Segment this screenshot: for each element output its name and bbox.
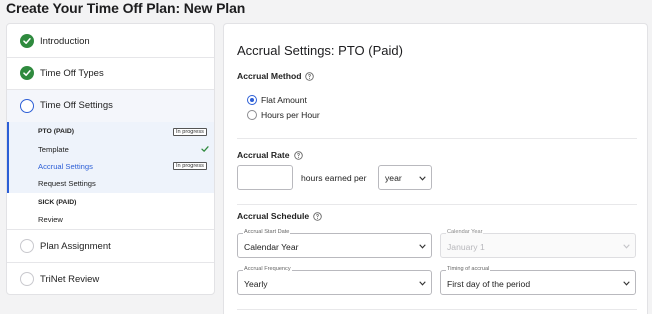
subnav-item-review[interactable]: Review xyxy=(38,215,63,224)
subnav-item-request-settings[interactable]: Request Settings xyxy=(38,179,96,188)
field-label: Calendar Year xyxy=(446,229,484,235)
accrual-schedule-label: Accrual Schedule xyxy=(237,211,310,221)
select-value: January 1 xyxy=(447,242,485,252)
divider xyxy=(237,138,637,139)
radio-flat-amount[interactable]: Flat Amount xyxy=(247,95,307,105)
select-value: Yearly xyxy=(244,279,268,289)
divider xyxy=(7,57,214,58)
section-heading: Accrual Settings: PTO (Paid) xyxy=(237,43,403,58)
divider xyxy=(7,262,214,263)
step-label: Introduction xyxy=(40,35,90,47)
chevron-down-icon xyxy=(419,281,426,286)
step-label: Plan Assignment xyxy=(40,240,111,252)
subnav-item-template[interactable]: Template xyxy=(38,145,69,154)
radio-unselected-icon xyxy=(247,110,257,120)
step-time-off-settings[interactable]: Time Off Settings xyxy=(7,90,214,122)
accrual-method-label: Accrual Method xyxy=(237,71,302,81)
radio-hours-per-hour[interactable]: Hours per Hour xyxy=(247,110,320,120)
subnav-item-accrual-settings[interactable]: Accrual Settings xyxy=(38,162,93,171)
accrual-start-date-select[interactable]: Accrual Start Date Calendar Year xyxy=(237,229,432,258)
accrual-schedule-heading: Accrual Schedule xyxy=(237,211,322,221)
step-time-off-types[interactable]: Time Off Types xyxy=(7,65,214,81)
check-icon xyxy=(201,146,209,152)
subnav-pto-heading: PTO (PAID) xyxy=(38,128,74,135)
divider xyxy=(237,204,637,205)
info-icon[interactable] xyxy=(305,71,315,81)
chevron-down-icon xyxy=(623,281,630,286)
radio-selected-icon xyxy=(247,95,257,105)
calendar-year-select: Calendar Year January 1 xyxy=(440,229,636,258)
accrual-rate-input[interactable] xyxy=(237,165,293,190)
step-trinet-review[interactable]: TriNet Review xyxy=(7,271,214,287)
current-step-icon xyxy=(20,99,34,113)
timing-of-accrual-select[interactable]: Timing of accrual First day of the perio… xyxy=(440,266,636,295)
rate-suffix-label: hours earned per xyxy=(301,173,367,183)
select-value: year xyxy=(385,173,402,183)
chevron-down-icon xyxy=(419,244,426,249)
check-icon xyxy=(20,34,34,48)
chevron-down-icon xyxy=(419,176,426,181)
pending-step-icon xyxy=(20,272,34,286)
info-icon[interactable] xyxy=(313,211,322,221)
step-introduction[interactable]: Introduction xyxy=(7,33,214,49)
step-label: Time Off Settings xyxy=(40,100,113,111)
field-label: Accrual Frequency xyxy=(243,266,292,272)
chevron-down-icon xyxy=(623,244,630,249)
divider xyxy=(7,229,214,230)
field-label: Accrual Start Date xyxy=(243,229,291,235)
step-label: Time Off Types xyxy=(40,67,104,79)
check-icon xyxy=(20,66,34,80)
divider xyxy=(237,309,637,310)
radio-label: Hours per Hour xyxy=(261,110,320,120)
accrual-frequency-select[interactable]: Accrual Frequency Yearly xyxy=(237,266,432,295)
select-value: Calendar Year xyxy=(244,242,299,252)
step-plan-assignment[interactable]: Plan Assignment xyxy=(7,238,214,254)
accrual-settings-card: Accrual Settings: PTO (Paid) Accrual Met… xyxy=(223,23,648,314)
pending-step-icon xyxy=(20,239,34,253)
accrual-rate-label: Accrual Rate xyxy=(237,150,290,160)
select-value: First day of the period xyxy=(447,279,531,289)
accrual-rate-heading: Accrual Rate xyxy=(237,150,303,160)
accrual-method-heading: Accrual Method xyxy=(237,71,315,81)
radio-label: Flat Amount xyxy=(261,95,307,105)
subnav-sick-heading[interactable]: SICK (PAID) xyxy=(38,199,76,206)
status-badge: In progress xyxy=(173,162,207,170)
status-badge: In progress xyxy=(173,128,207,136)
field-label: Timing of accrual xyxy=(446,266,491,272)
info-icon[interactable] xyxy=(293,150,303,160)
page-title: Create Your Time Off Plan: New Plan xyxy=(6,0,246,16)
step-label: TriNet Review xyxy=(40,273,100,285)
rate-period-select[interactable]: year xyxy=(378,165,432,190)
plan-stepper-sidebar: Introduction Time Off Types Time Off Set… xyxy=(6,23,215,295)
